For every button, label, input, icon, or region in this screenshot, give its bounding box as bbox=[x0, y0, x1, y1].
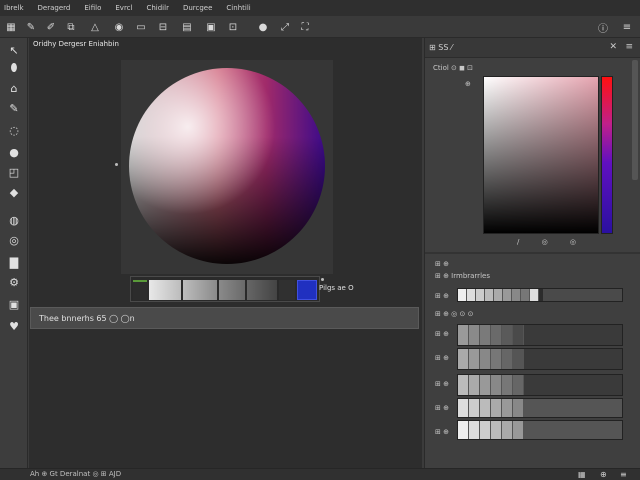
brush-icon[interactable]: ✎ bbox=[24, 20, 38, 34]
menu-item-1[interactable]: Ibrelk bbox=[4, 4, 24, 12]
eye-icon[interactable]: ◉ bbox=[112, 20, 126, 34]
row-label-1: ⊞ ⊕ bbox=[435, 292, 449, 300]
heart-icon[interactable]: ♥ bbox=[6, 318, 22, 334]
folder-icon[interactable]: ▤ bbox=[180, 20, 194, 34]
panel-menu-icon[interactable]: ≡ bbox=[625, 42, 633, 52]
gradient-row-2[interactable] bbox=[457, 324, 623, 346]
row-label-2: ⊞ ⊕ bbox=[435, 330, 449, 338]
panel-scrollbar[interactable] bbox=[632, 60, 638, 180]
color-panel: ⊞ SS ⁄ ✕ ≡ Ctiol ⊙ ◼ ⊡ ⊕ / ◎ ◎ ⊞ ⊕ ⊞ ⊕ I… bbox=[424, 38, 640, 468]
tool-rail: ↖ ⬮ ⌂ ✎ ◌ ● ◰ ◆ ◍ ◎ ▇ ⚙ ▣ ♥ bbox=[0, 38, 28, 480]
row-label-5: ⊞ ⊕ bbox=[435, 404, 449, 412]
gradient-row-3[interactable] bbox=[457, 348, 623, 370]
panel-divider bbox=[425, 252, 640, 254]
row-label-4: ⊞ ⊕ bbox=[435, 380, 449, 388]
bucket-icon[interactable]: ◆ bbox=[6, 184, 22, 200]
swatch-mid[interactable] bbox=[183, 280, 217, 300]
picker-label: ⊕ bbox=[465, 80, 471, 88]
gradient-cells-6 bbox=[458, 421, 524, 439]
swatch-darker[interactable] bbox=[247, 280, 277, 300]
pen-icon[interactable]: ✐ bbox=[44, 20, 58, 34]
crop-tool-icon[interactable]: ▣ bbox=[6, 296, 22, 312]
gradient-cells-1 bbox=[458, 289, 539, 301]
info-icon[interactable]: ⓘ bbox=[596, 20, 610, 35]
info-bar: Thee bnnerhs 65 ◯ ◯n bbox=[30, 307, 419, 329]
gradient-row-4[interactable] bbox=[457, 374, 623, 396]
lasso-icon[interactable]: ◌ bbox=[6, 122, 22, 138]
gear-tool-icon[interactable]: ⚙ bbox=[6, 274, 22, 290]
document-frame[interactable] bbox=[121, 60, 333, 274]
gradient-cells-3 bbox=[458, 349, 524, 369]
color-wheel[interactable] bbox=[129, 68, 325, 264]
menu-item-4[interactable]: Evrcl bbox=[115, 4, 132, 12]
status-menu-icon[interactable]: ≡ bbox=[620, 470, 627, 479]
menu-item-3[interactable]: Eifilo bbox=[84, 4, 101, 12]
arrow-icon[interactable]: ↖ bbox=[6, 42, 22, 58]
gradient-cells-4 bbox=[458, 375, 524, 395]
toolbar: ▦ ✎ ✐ ⧉ △ ◉ ▭ ⊟ ▤ ▣ ⊡ ● ⤢ ⛶ ⓘ ≡ bbox=[0, 16, 640, 38]
stamp-icon[interactable]: ▇ bbox=[6, 254, 22, 270]
panel-header: ⊞ SS ⁄ ✕ ≡ bbox=[425, 38, 640, 58]
menu-item-5[interactable]: Chidilr bbox=[146, 4, 168, 12]
expand-icon[interactable]: ⤢ bbox=[278, 20, 292, 34]
swatch-green-marker[interactable] bbox=[133, 280, 147, 300]
status-grid-icon[interactable]: ▦ bbox=[578, 470, 586, 479]
picker-marks: / ◎ ◎ bbox=[517, 238, 577, 246]
crop-icon[interactable]: ⊟ bbox=[156, 20, 170, 34]
dial-icon[interactable]: ◍ bbox=[6, 212, 22, 228]
gradient-row-6[interactable] bbox=[457, 420, 623, 440]
status-zoom-icon[interactable]: ⊕ bbox=[600, 470, 607, 479]
drop-icon[interactable]: ⬮ bbox=[6, 60, 22, 76]
gradient-cells-5 bbox=[458, 399, 524, 417]
swatch-dark[interactable] bbox=[219, 280, 245, 300]
anchor-point[interactable] bbox=[115, 163, 118, 166]
swirl-icon[interactable]: ◎ bbox=[6, 232, 22, 248]
saturation-picker[interactable] bbox=[483, 76, 599, 234]
swatch-label: Pilgs ae O bbox=[319, 284, 354, 292]
image-icon[interactable]: ▭ bbox=[134, 20, 148, 34]
row-label-3: ⊞ ⊕ bbox=[435, 354, 449, 362]
select-icon[interactable]: ◰ bbox=[6, 164, 22, 180]
gradient-fill-1 bbox=[543, 289, 622, 301]
layers-icon[interactable]: ⧉ bbox=[64, 20, 78, 34]
swatch-black[interactable] bbox=[279, 280, 295, 300]
panel-subtitle: Ctiol ⊙ ◼ ⊡ bbox=[433, 64, 474, 72]
dot-icon[interactable]: ● bbox=[6, 144, 22, 160]
status-bar: Ah ⊕ Gt Deralnat ◎ ⊞ AJD ▦ ⊕ ≡ bbox=[0, 468, 640, 480]
menu-bar: Ibrelk Deragerd Eifilo Evrcl Chidilr Dur… bbox=[0, 0, 640, 16]
document-title: Oridhy Dergesr Eniahbin bbox=[33, 40, 119, 48]
swatch-blue[interactable] bbox=[297, 280, 317, 300]
swatch-strip bbox=[130, 276, 320, 302]
status-text: Ah ⊕ Gt Deralnat ◎ ⊞ AJD bbox=[30, 470, 122, 478]
canvas-area[interactable]: Oridhy Dergesr Eniahbin Pilgs ae O Thee … bbox=[29, 38, 422, 468]
swatch-light[interactable] bbox=[149, 280, 181, 300]
save-icon[interactable]: ▣ bbox=[204, 20, 218, 34]
export-icon[interactable]: ⊡ bbox=[226, 20, 240, 34]
menu-icon[interactable]: ≡ bbox=[620, 20, 634, 34]
close-icon[interactable]: ✕ bbox=[609, 42, 617, 52]
row-label-6: ⊞ ⊕ bbox=[435, 428, 449, 436]
section-a-small: ⊞ ⊕ bbox=[435, 260, 449, 268]
menu-item-2[interactable]: Deragerd bbox=[38, 4, 71, 12]
strip-anchor bbox=[321, 278, 324, 281]
gradient-row-1[interactable] bbox=[457, 288, 623, 302]
panel-title: ⊞ SS ⁄ bbox=[429, 43, 453, 52]
fullscreen-icon[interactable]: ⛶ bbox=[298, 20, 312, 34]
section-a-title: ⊞ ⊕ Irmbrarrles bbox=[435, 272, 490, 280]
info-text: Thee bnnerhs 65 ◯ ◯n bbox=[39, 314, 135, 323]
menu-item-6[interactable]: Durcgee bbox=[183, 4, 212, 12]
section-b-title: ⊞ ⊕ ◎ ⊙ ⊙ bbox=[435, 310, 474, 318]
hue-slider[interactable] bbox=[601, 76, 613, 234]
arrow-up-icon[interactable]: ⌂ bbox=[6, 80, 22, 96]
brush-tool-icon[interactable]: ✎ bbox=[6, 100, 22, 116]
triangle-icon[interactable]: △ bbox=[88, 20, 102, 34]
circle-icon[interactable]: ● bbox=[256, 20, 270, 34]
grid-icon[interactable]: ▦ bbox=[4, 20, 18, 34]
gradient-cells-2 bbox=[458, 325, 524, 345]
menu-item-7[interactable]: Cinhtili bbox=[226, 4, 250, 12]
gradient-row-5[interactable] bbox=[457, 398, 623, 418]
